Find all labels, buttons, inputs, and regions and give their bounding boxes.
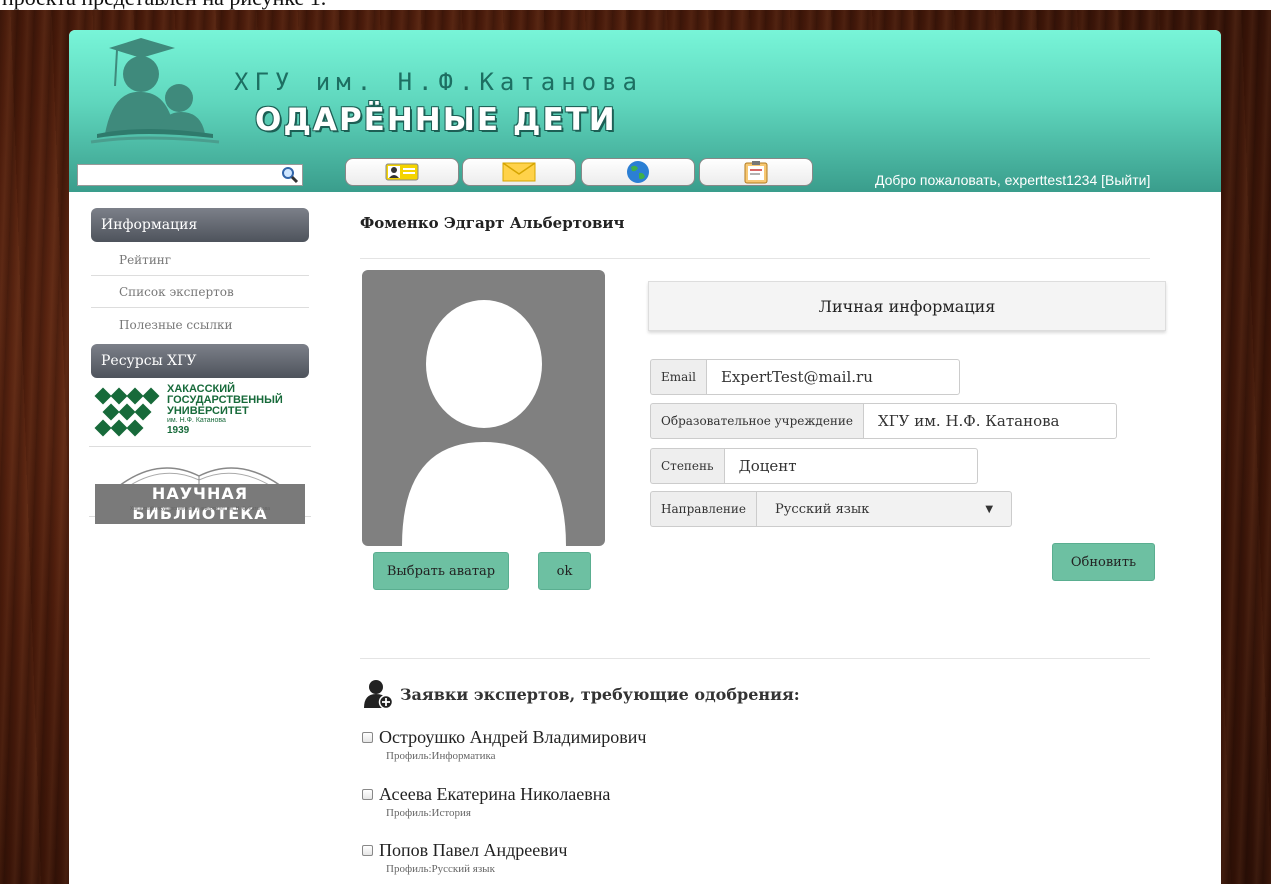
search-input[interactable] — [78, 166, 276, 186]
welcome-message: Добро пожаловать, experttest1234 [Выйти] — [875, 172, 1150, 188]
avatar-placeholder-icon — [402, 300, 566, 546]
email-input[interactable]: ExpertTest@mail.ru — [705, 359, 960, 395]
tab-tasks[interactable] — [699, 158, 813, 186]
choose-avatar-button[interactable]: Выбрать аватар — [373, 552, 509, 590]
applicant-name: Остроушко Андрей Владимирович — [379, 727, 647, 747]
page-container: ХГУ им. Н.Ф.Катанова ОДАРЁННЫЕ ДЕТИ Добр… — [69, 30, 1221, 884]
sidebar-item-links[interactable]: Полезные ссылки — [91, 309, 309, 341]
personal-info-header: Личная информация — [648, 281, 1166, 331]
direction-label: Направление — [650, 491, 757, 527]
tab-messages[interactable] — [462, 158, 576, 186]
library-logo-caption: Хакасский государственный университет им… — [129, 506, 271, 512]
degree-field: Степень Доцент — [650, 448, 978, 484]
id-card-icon — [385, 163, 419, 181]
clipboard-icon — [744, 161, 768, 184]
list-item: Остроушко Андрей Владимирович Профиль:Ин… — [362, 727, 646, 762]
applicant-name: Асеева Екатерина Николаевна — [379, 784, 611, 804]
site-header: ХГУ им. Н.Ф.Катанова ОДАРЁННЫЕ ДЕТИ Добр… — [69, 30, 1221, 192]
university-logo-icon — [94, 387, 160, 437]
sidebar-item-experts[interactable]: Список экспертов — [91, 276, 309, 308]
degree-input[interactable]: Доцент — [723, 448, 978, 484]
ok-button[interactable]: ok — [538, 552, 591, 590]
globe-icon — [627, 161, 649, 183]
direction-selected-value: Русский язык — [775, 501, 870, 517]
applicant-profile: Профиль:Информатика — [386, 750, 496, 762]
degree-label: Степень — [650, 448, 724, 484]
tab-web[interactable] — [581, 158, 695, 186]
tab-profile[interactable] — [345, 158, 459, 186]
institution-field: Образовательное учреждение ХГУ им. Н.Ф. … — [650, 403, 1118, 439]
library-logo-link[interactable]: НАУЧНАЯ БИБЛИОТЕКА Хакасский государстве… — [89, 450, 311, 524]
site-title: ХГУ им. Н.Ф.Катанова — [234, 68, 643, 96]
username: experttest1234 — [1004, 172, 1098, 188]
university-logo-link[interactable]: ХАКАССКИЙ ГОСУДАРСТВЕННЫЙ УНИВЕРСИТЕТ им… — [89, 382, 311, 447]
applicant-profile: Профиль:История — [386, 807, 471, 819]
search-box — [77, 164, 303, 186]
approve-checkbox[interactable] — [362, 789, 373, 800]
envelope-icon — [502, 162, 536, 182]
institution-input[interactable]: ХГУ им. Н.Ф. Катанова — [863, 403, 1118, 439]
email-field: Email ExpertTest@mail.ru — [650, 359, 960, 395]
university-logo-line5: 1939 — [167, 425, 190, 436]
applications-title-text: Заявки экспертов, требующие одобрения: — [400, 684, 800, 704]
graduate-logo-icon — [90, 38, 220, 144]
add-user-icon — [364, 680, 394, 710]
institution-label: Образовательное учреждение — [650, 403, 864, 439]
sidebar-item-rating[interactable]: Рейтинг — [91, 244, 309, 276]
welcome-prefix: Добро пожаловать, — [875, 172, 1005, 188]
site-subtitle: ОДАРЁННЫЕ ДЕТИ — [255, 102, 617, 138]
list-item: Асеева Екатерина Николаевна Профиль:Исто… — [362, 784, 610, 819]
sidebar-header-info[interactable]: Информация — [91, 208, 309, 242]
university-logo-line4: им. Н.Ф. Катанова — [167, 417, 226, 424]
divider — [360, 658, 1150, 659]
university-logo-line3: УНИВЕРСИТЕТ — [167, 405, 249, 417]
email-label: Email — [650, 359, 706, 395]
applicant-name: Попов Павел Андреевич — [379, 840, 568, 860]
open-book-icon — [118, 467, 282, 487]
list-item: Попов Павел Андреевич Профиль:Русский яз… — [362, 840, 567, 875]
direction-select[interactable]: Русский язык ▼ — [756, 491, 1013, 527]
applications-title: Заявки экспертов, требующие одобрения: — [364, 678, 800, 710]
library-logo-title: НАУЧНАЯ БИБЛИОТЕКА — [95, 484, 305, 524]
approve-checkbox[interactable] — [362, 845, 373, 856]
approve-checkbox[interactable] — [362, 732, 373, 743]
direction-field: Направление Русский язык ▼ — [650, 491, 1013, 527]
document-top-text: проекта представлен на рисунке 1. — [0, 0, 1271, 10]
applicant-profile: Профиль:Русский язык — [386, 863, 495, 875]
logout-link[interactable]: [Выйти] — [1101, 172, 1150, 188]
sidebar-header-resources[interactable]: Ресурсы ХГУ — [91, 344, 309, 378]
page-title: Фоменко Эдгарт Альбертович — [360, 214, 625, 232]
divider — [360, 258, 1150, 259]
dropdown-arrow-icon: ▼ — [985, 503, 994, 515]
search-icon[interactable] — [280, 165, 300, 185]
update-button[interactable]: Обновить — [1052, 543, 1155, 581]
avatar — [362, 270, 605, 546]
